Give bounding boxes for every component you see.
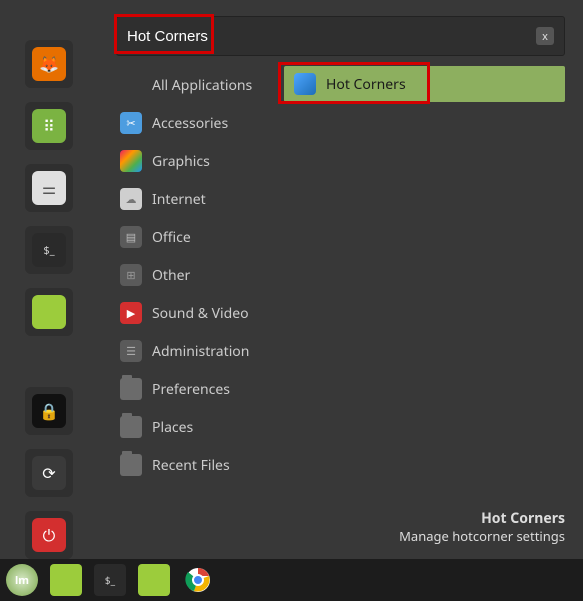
panel-files-2[interactable] — [138, 564, 170, 596]
category-recent-files[interactable]: Recent Files — [116, 446, 274, 484]
all-apps-icon — [120, 74, 142, 96]
description-area: Hot Corners Manage hotcorner settings — [116, 510, 565, 551]
panel-files[interactable] — [50, 564, 82, 596]
lock-icon: 🔒 — [32, 394, 66, 428]
internet-icon: ☁ — [120, 188, 142, 210]
category-label: Office — [152, 228, 191, 247]
lock-button[interactable]: 🔒 — [25, 387, 73, 435]
sound-video-icon: ▶ — [120, 302, 142, 324]
results-list: Hot Corners — [274, 66, 565, 498]
terminal-icon: $_ — [32, 233, 66, 267]
category-list: All Applications ✂ Accessories Graphics … — [116, 66, 274, 498]
logout-button[interactable]: ⟳ — [25, 449, 73, 497]
fav-apps[interactable]: ⠿ — [25, 102, 73, 150]
category-places[interactable]: Places — [116, 408, 274, 446]
category-label: Recent Files — [152, 456, 230, 475]
recent-files-icon — [120, 454, 142, 476]
description-title: Hot Corners — [116, 510, 565, 528]
fav-files[interactable] — [25, 288, 73, 336]
menu-main: x All Applications ✂ Accessories Graphic… — [98, 0, 583, 559]
category-preferences[interactable]: Preferences — [116, 370, 274, 408]
places-icon — [120, 416, 142, 438]
panel-terminal[interactable]: $_ — [94, 564, 126, 596]
category-label: Accessories — [152, 114, 228, 133]
category-label: Graphics — [152, 152, 210, 171]
category-internet[interactable]: ☁ Internet — [116, 180, 274, 218]
clear-search-button[interactable]: x — [536, 27, 554, 45]
preferences-icon — [120, 378, 142, 400]
category-label: Administration — [152, 342, 249, 361]
firefox-icon: 🦊 — [32, 47, 66, 81]
category-accessories[interactable]: ✂ Accessories — [116, 104, 274, 142]
category-office[interactable]: ▤ Office — [116, 218, 274, 256]
logout-icon: ⟳ — [32, 456, 66, 490]
category-label: Internet — [152, 190, 206, 209]
category-label: All Applications — [152, 76, 252, 95]
app-menu: 🦊 ⠿ ⚌ $_ 🔒 ⟳ ⏻ x All Applications ✂ Acce… — [0, 0, 583, 559]
result-label: Hot Corners — [326, 75, 406, 94]
apps-grid-icon: ⠿ — [32, 109, 66, 143]
result-hot-corners[interactable]: Hot Corners — [284, 66, 565, 102]
search-input[interactable] — [127, 28, 536, 45]
favorites-column: 🦊 ⠿ ⚌ $_ 🔒 ⟳ ⏻ — [0, 0, 98, 559]
other-icon: ⊞ — [120, 264, 142, 286]
category-label: Preferences — [152, 380, 230, 399]
chrome-icon — [185, 567, 211, 593]
office-icon: ▤ — [120, 226, 142, 248]
category-all-applications[interactable]: All Applications — [116, 66, 274, 104]
switch-icon: ⚌ — [32, 171, 66, 205]
mint-menu-button[interactable]: lm — [6, 564, 38, 596]
category-label: Places — [152, 418, 193, 437]
category-sound-video[interactable]: ▶ Sound & Video — [116, 294, 274, 332]
accessories-icon: ✂ — [120, 112, 142, 134]
taskbar-panel: lm $_ — [0, 559, 583, 601]
menu-body: All Applications ✂ Accessories Graphics … — [116, 66, 565, 498]
category-administration[interactable]: ☰ Administration — [116, 332, 274, 370]
description-subtitle: Manage hotcorner settings — [116, 528, 565, 545]
power-button[interactable]: ⏻ — [25, 511, 73, 559]
search-bar[interactable]: x — [116, 16, 565, 56]
power-icon: ⏻ — [32, 518, 66, 552]
fav-terminal[interactable]: $_ — [25, 226, 73, 274]
hot-corners-icon — [294, 73, 316, 95]
category-label: Sound & Video — [152, 304, 249, 323]
graphics-icon — [120, 150, 142, 172]
category-label: Other — [152, 266, 190, 285]
category-graphics[interactable]: Graphics — [116, 142, 274, 180]
fav-settings[interactable]: ⚌ — [25, 164, 73, 212]
category-other[interactable]: ⊞ Other — [116, 256, 274, 294]
administration-icon: ☰ — [120, 340, 142, 362]
panel-chrome[interactable] — [182, 564, 214, 596]
fav-firefox[interactable]: 🦊 — [25, 40, 73, 88]
files-icon — [32, 295, 66, 329]
